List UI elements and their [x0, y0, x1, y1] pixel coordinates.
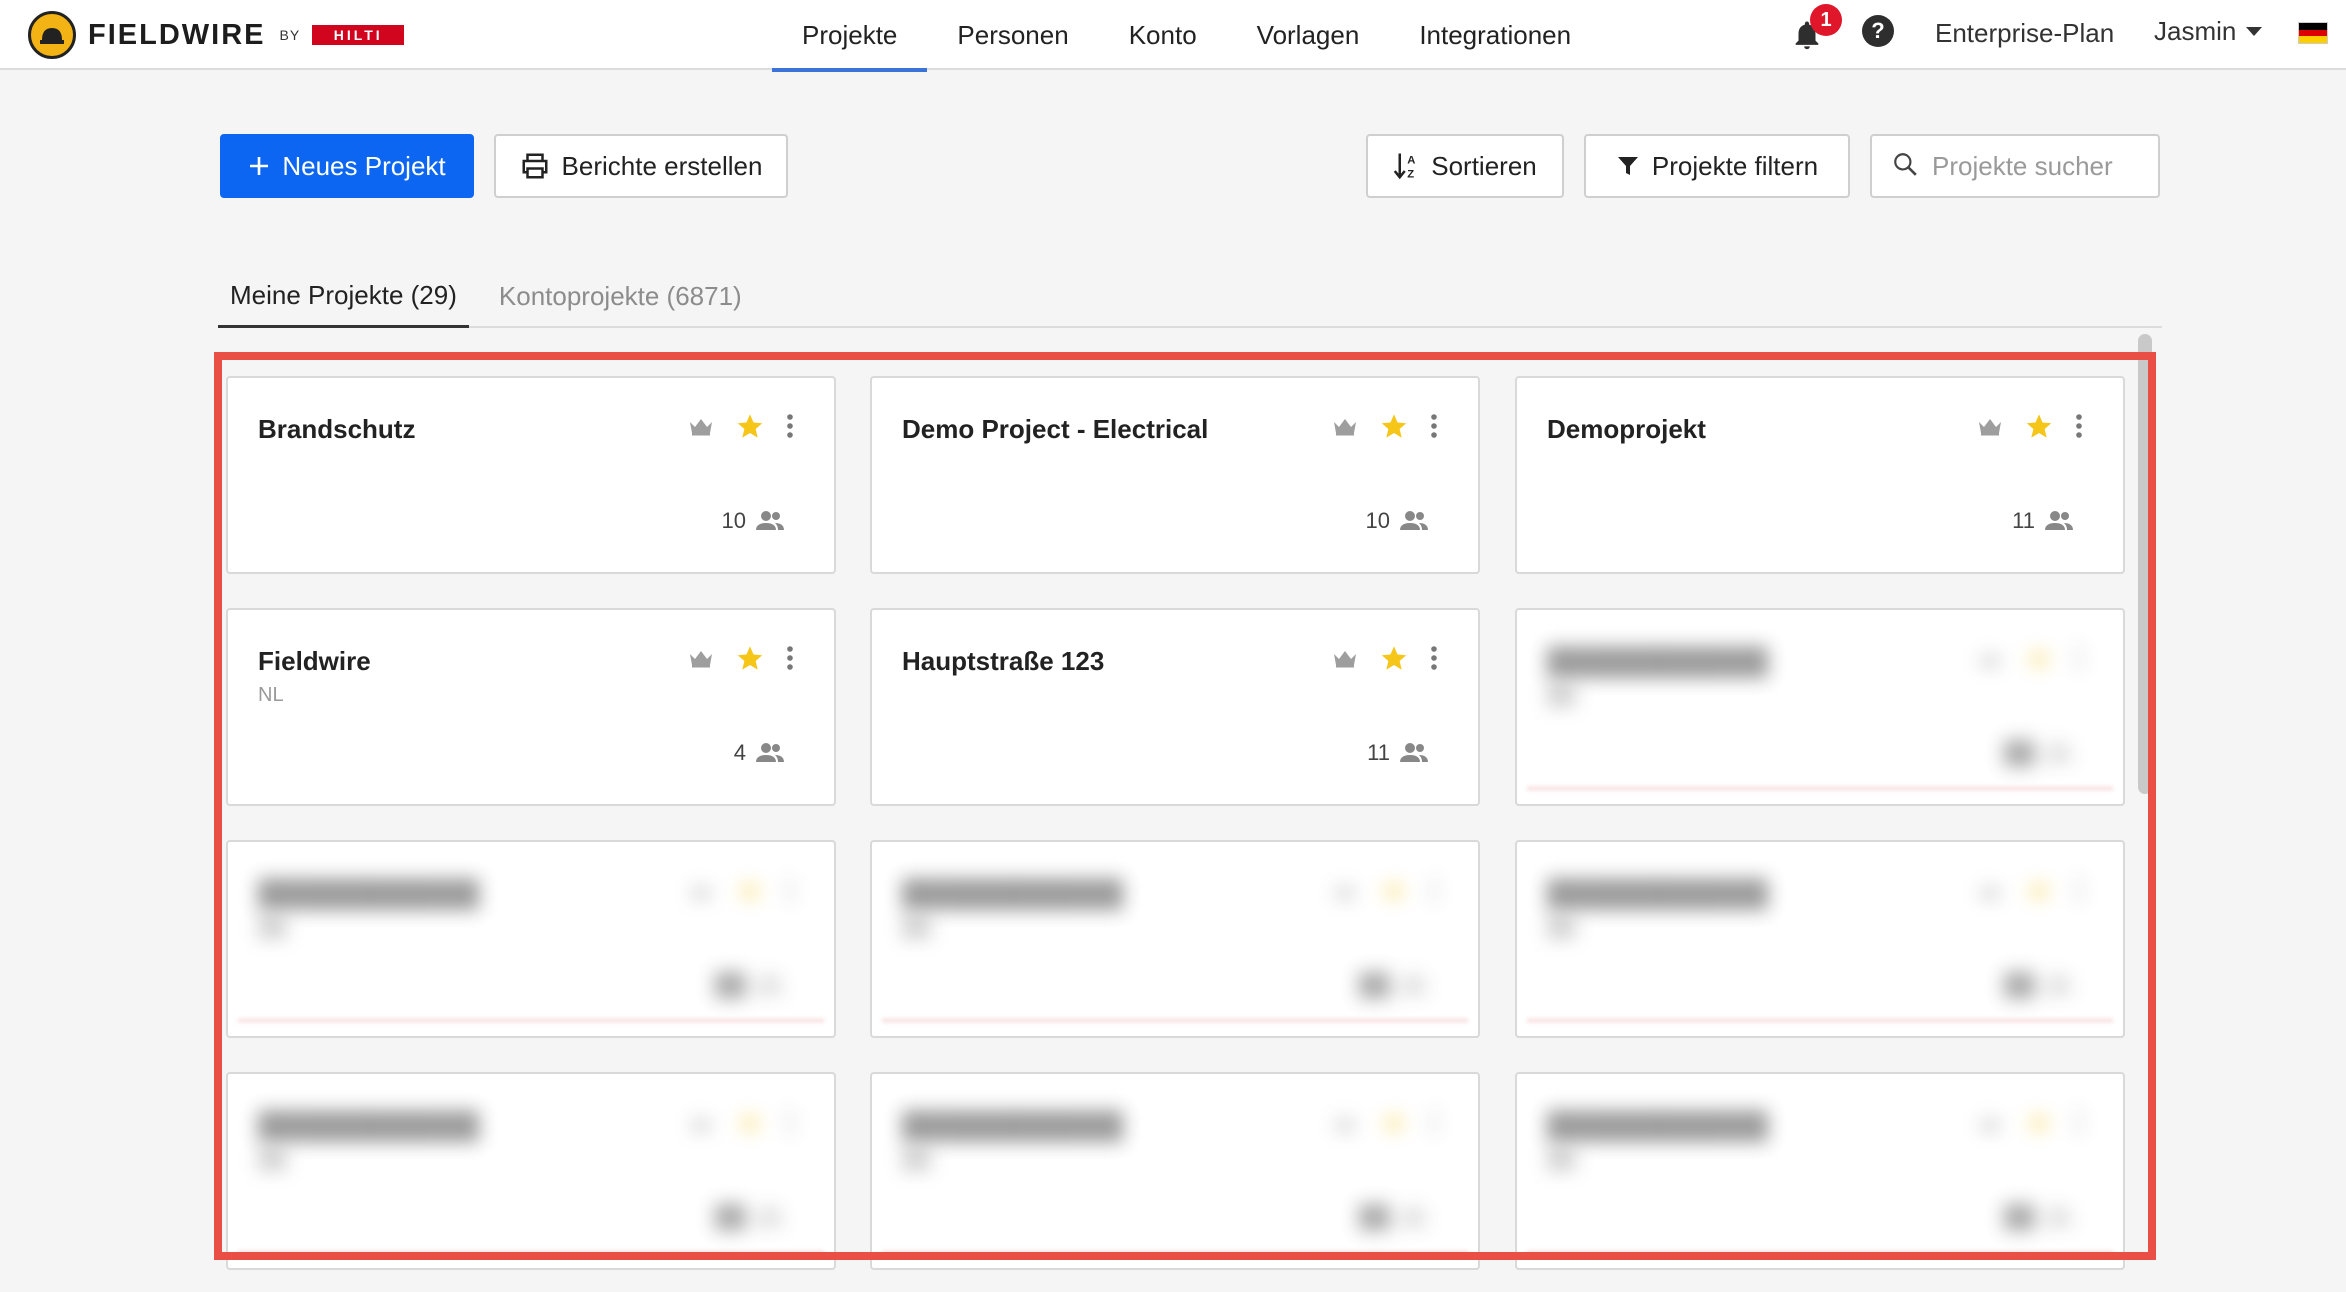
project-tabs: Meine Projekte (29) Kontoprojekte (6871) [218, 266, 2162, 328]
printer-icon [520, 152, 550, 180]
highlight-frame [214, 352, 2156, 1260]
filter-funnel-icon [1616, 154, 1640, 178]
sort-icon: AZ [1393, 151, 1419, 181]
user-menu[interactable]: Jasmin [2154, 0, 2263, 62]
user-name: Jasmin [2154, 15, 2237, 46]
search-input[interactable] [1932, 150, 2142, 182]
help-icon[interactable]: ? [1862, 15, 1894, 47]
main-nav: Projekte Personen Konto Vorlagen Integra… [772, 0, 1601, 72]
language-flag-icon[interactable] [2298, 22, 2328, 44]
sort-button[interactable]: AZ Sortieren [1366, 134, 1564, 198]
logo-by: BY [279, 27, 301, 43]
svg-text:A: A [1408, 155, 1416, 167]
new-project-label: Neues Projekt [282, 150, 446, 181]
chevron-down-icon [2246, 26, 2263, 36]
search-icon [1892, 151, 1918, 182]
nav-projekte[interactable]: Projekte [772, 0, 928, 72]
nav-konto[interactable]: Konto [1099, 0, 1227, 70]
nav-vorlagen[interactable]: Vorlagen [1227, 0, 1390, 70]
fieldwire-logo[interactable]: FIELDWIRE BY HILTI [28, 8, 405, 62]
filter-projects-label: Projekte filtern [1651, 150, 1819, 181]
new-project-button[interactable]: Neues Projekt [220, 134, 474, 198]
plus-icon [248, 155, 270, 177]
top-navigation-bar: FIELDWIRE BY HILTI Projekte Personen Kon… [0, 0, 2346, 72]
create-reports-button[interactable]: Berichte erstellen [494, 134, 788, 198]
plan-label[interactable]: Enterprise-Plan [1935, 0, 2114, 66]
tab-account-projects[interactable]: Kontoprojekte (6871) [487, 266, 754, 326]
create-reports-label: Berichte erstellen [561, 150, 763, 181]
notification-count-badge: 1 [1810, 4, 1842, 36]
hardhat-logo-icon [28, 11, 76, 59]
project-search-field[interactable] [1870, 134, 2160, 198]
svg-text:Z: Z [1408, 168, 1415, 180]
nav-integrationen[interactable]: Integrationen [1389, 0, 1601, 70]
logo-wordmark: FIELDWIRE [88, 18, 266, 51]
sort-label: Sortieren [1431, 150, 1537, 181]
filter-projects-button[interactable]: Projekte filtern [1584, 134, 1850, 198]
hilti-logo: HILTI [312, 25, 405, 45]
tab-my-projects[interactable]: Meine Projekte (29) [218, 266, 469, 328]
nav-personen[interactable]: Personen [927, 0, 1098, 70]
